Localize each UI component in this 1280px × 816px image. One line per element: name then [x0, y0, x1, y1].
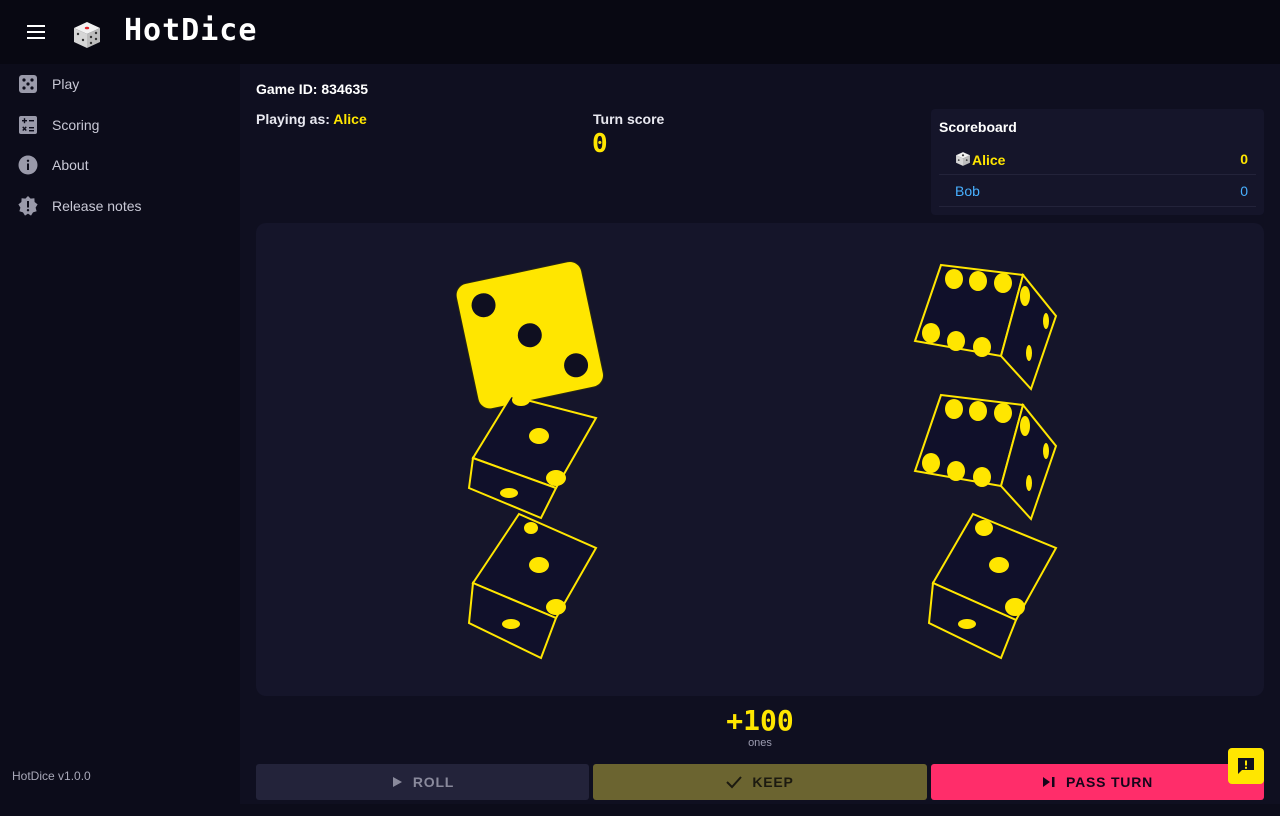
player-score: 0 [1240, 183, 1248, 199]
keep-button[interactable]: KEEP [593, 764, 927, 800]
die-6[interactable] [921, 508, 1071, 663]
feedback-icon [1238, 758, 1254, 774]
sidebar-item-release-notes[interactable]: Release notes [0, 186, 240, 226]
roll-button-label: ROLL [412, 774, 455, 790]
skip-icon [1042, 777, 1055, 787]
player-name: Alice [955, 151, 1005, 168]
sidebar-item-play[interactable]: Play [0, 64, 240, 104]
info-icon [18, 155, 38, 175]
game-id: Game ID: 834635 [256, 81, 368, 97]
calculator-icon [19, 116, 37, 134]
sidebar-item-label: Scoring [52, 117, 100, 133]
play-icon [392, 777, 402, 787]
sidebar-item-label: About [52, 157, 89, 173]
active-turn-dice-icon [956, 152, 970, 166]
sidebar-item-scoring[interactable]: Scoring [0, 105, 240, 145]
playing-as: Playing as: Alice [256, 111, 367, 127]
sidebar-item-label: Play [52, 76, 80, 92]
current-player-name: Alice [333, 111, 367, 127]
app-header: HotDice [0, 0, 1280, 64]
keep-button-label: KEEP [752, 774, 794, 790]
selection-description: ones [748, 737, 772, 749]
sidebar: Play Scoring About Release notes HotDice… [0, 64, 240, 816]
app-version: HotDice v1.0.0 [12, 769, 91, 783]
turn-score-value: 0 [592, 129, 608, 159]
menu-icon[interactable] [20, 20, 52, 44]
check-icon [726, 776, 743, 789]
sidebar-item-label: Release notes [52, 198, 142, 214]
game-panel: Game ID: 834635 Playing as: Alice Turn s… [240, 64, 1280, 804]
die-4[interactable] [911, 261, 1061, 396]
turn-score-label: Turn score [593, 111, 665, 127]
game-id-value: 834635 [321, 81, 369, 97]
app-title: HotDice [124, 13, 258, 48]
die-5[interactable] [911, 391, 1061, 526]
player-score: 0 [1240, 151, 1248, 167]
scoreboard-title: Scoreboard [939, 119, 1017, 135]
game-id-label: Game ID: [256, 81, 318, 97]
pass-turn-button-label: PASS TURN [1065, 774, 1154, 790]
badge-alert-icon [18, 196, 38, 216]
playing-as-label: Playing as: [256, 111, 330, 127]
feedback-button[interactable] [1228, 748, 1264, 784]
player-name: Bob [955, 183, 980, 199]
dice-board [256, 223, 1264, 696]
scoreboard-row: Bob 0 [939, 175, 1256, 207]
pass-turn-button[interactable]: PASS TURN [931, 764, 1264, 800]
die-2[interactable] [461, 388, 611, 528]
roll-button[interactable]: ROLL [256, 764, 589, 800]
scoreboard-row: Alice 0 [939, 143, 1256, 175]
sidebar-item-about[interactable]: About [0, 145, 240, 185]
dice-logo-icon [74, 22, 100, 48]
dice-icon [19, 75, 37, 93]
die-3[interactable] [461, 508, 611, 663]
selection-points: +100 [726, 704, 794, 737]
scoreboard: Scoreboard Alice 0 Bob 0 [931, 109, 1264, 215]
